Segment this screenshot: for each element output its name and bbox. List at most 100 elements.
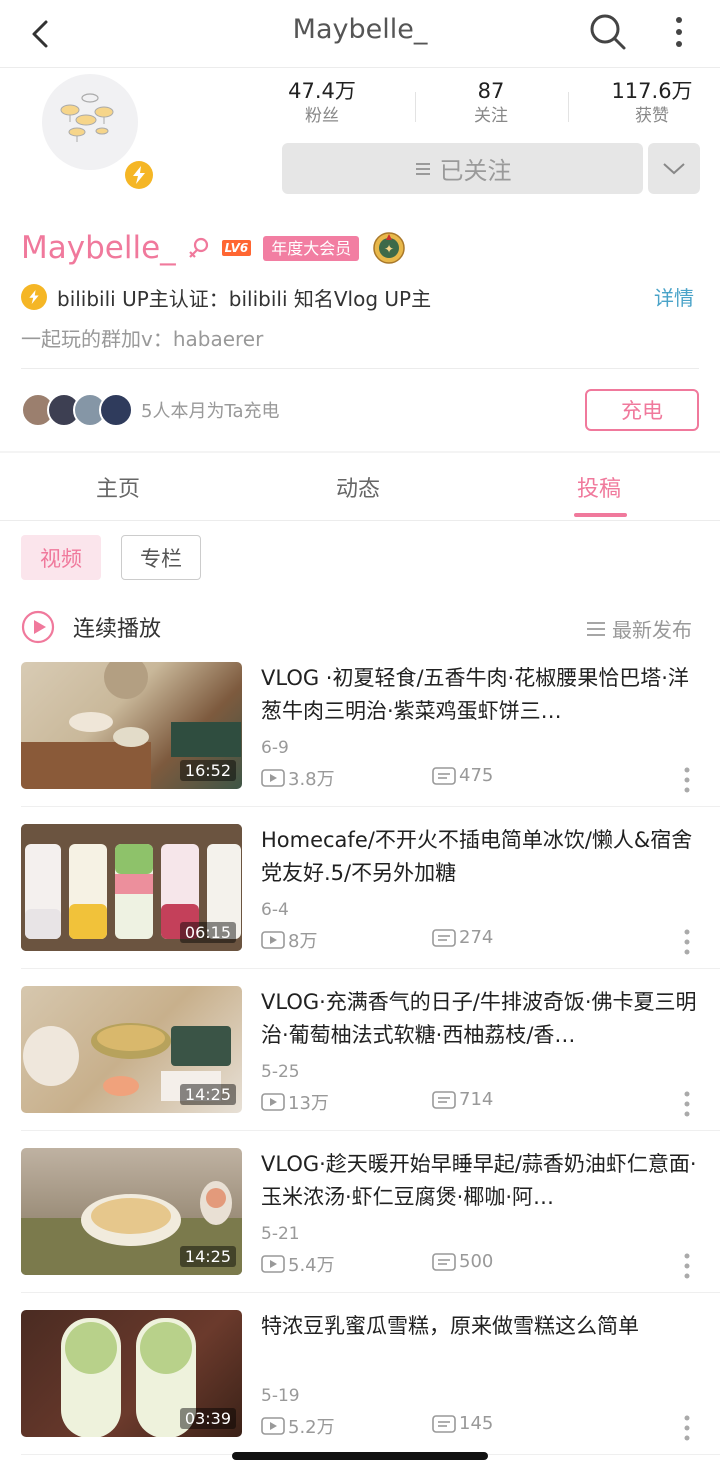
- play-count-icon: [261, 1417, 285, 1435]
- subtab-articles[interactable]: 专栏: [121, 535, 201, 580]
- video-date: 5-19: [261, 1386, 300, 1406]
- danmu-count: 475: [459, 765, 494, 786]
- video-date: 6-9: [261, 738, 289, 758]
- play-count-icon: [261, 1093, 285, 1111]
- play-circle-icon: [21, 610, 55, 644]
- stat-fans[interactable]: 47.4万 粉丝: [257, 78, 387, 128]
- video-more-icon[interactable]: [680, 766, 694, 794]
- verified-lightning-icon: [21, 284, 47, 310]
- search-icon[interactable]: [586, 10, 630, 54]
- video-title[interactable]: VLOG·充满香气的日子/牛排波奇饭·佛卡夏三明治·葡萄柚法式软糖·西柚荔枝/香…: [261, 986, 701, 1052]
- detail-link[interactable]: 详情: [654, 282, 694, 311]
- stat-divider: [415, 92, 416, 122]
- danmu-count: 500: [459, 1251, 494, 1272]
- video-views: 5.2万: [261, 1413, 335, 1439]
- divider: [21, 368, 699, 369]
- divider: [21, 968, 720, 969]
- stat-label: 获赞: [635, 106, 669, 126]
- danmu-count: 274: [459, 927, 494, 948]
- views-count: 3.8万: [288, 769, 335, 790]
- divider: [21, 1130, 720, 1131]
- danmu-count: 714: [459, 1089, 494, 1110]
- followed-label: 已关注: [439, 157, 512, 185]
- video-title[interactable]: VLOG·趁天暖开始早睡早起/蒜香奶油虾仁意面·玉米浓汤·虾仁豆腐煲·椰咖·阿…: [261, 1148, 701, 1214]
- views-count: 5.2万: [288, 1417, 335, 1438]
- views-count: 8万: [288, 931, 318, 952]
- danmu-icon: [432, 1090, 456, 1109]
- tab-uploads[interactable]: 投稿: [577, 471, 621, 503]
- video-date: 6-4: [261, 900, 289, 920]
- video-duration: 03:39: [179, 1408, 236, 1429]
- video-thumbnail[interactable]: 06:15: [21, 824, 242, 951]
- danmu-count: 145: [459, 1413, 494, 1434]
- video-title[interactable]: 特浓豆乳蜜瓜雪糕，原来做雪糕这么简单: [261, 1310, 701, 1343]
- hamburger-icon: [415, 162, 430, 175]
- stat-value: 47.4万: [288, 79, 356, 103]
- cloud-avatar-icon: [60, 93, 114, 142]
- verification-text: bilibili UP主认证：bilibili 知名Vlog UP主: [57, 286, 432, 311]
- video-more-icon[interactable]: [680, 1414, 694, 1442]
- top-bar: Maybelle_: [0, 0, 720, 68]
- stat-value: 117.6万: [611, 79, 693, 103]
- video-more-icon[interactable]: [680, 1252, 694, 1280]
- home-indicator[interactable]: [232, 1452, 488, 1460]
- charge-supporters-row[interactable]: 5人本月为Ta充电: [21, 392, 280, 428]
- video-views: 13万: [261, 1089, 329, 1115]
- video-title[interactable]: VLOG ·初夏轻食/五香牛肉·花椒腰果恰巴塔·洋葱牛肉三明治·紫菜鸡蛋虾饼三…: [261, 662, 701, 728]
- verified-badge: [122, 158, 156, 192]
- divider: [21, 806, 720, 807]
- video-more-icon[interactable]: [680, 928, 694, 956]
- medal-icon[interactable]: ✦: [371, 230, 407, 266]
- sort-dropdown[interactable]: 最新发布: [586, 614, 692, 643]
- video-duration: 06:15: [179, 922, 236, 943]
- tab-home[interactable]: 主页: [96, 471, 140, 503]
- views-count: 5.4万: [288, 1255, 335, 1276]
- tab-active-indicator: [574, 513, 627, 517]
- follow-dropdown-button[interactable]: [648, 143, 700, 194]
- video-thumbnail[interactable]: 14:25: [21, 1148, 242, 1275]
- verification-row: bilibili UP主认证：bilibili 知名Vlog UP主: [21, 282, 431, 312]
- list-icon: [587, 621, 605, 636]
- danmu-icon: [432, 928, 456, 947]
- danmu-icon: [432, 766, 456, 785]
- video-views: 5.4万: [261, 1251, 335, 1277]
- video-item[interactable]: 03:39 特浓豆乳蜜瓜雪糕，原来做雪糕这么简单 5-19 5.2万 145: [0, 1310, 720, 1472]
- video-duration: 14:25: [179, 1084, 236, 1105]
- lightning-icon: [133, 166, 145, 184]
- female-icon: [188, 237, 208, 258]
- video-title[interactable]: Homecafe/不开火不插电简单冰饮/懒人&宿舍党友好.5/不另外加糖: [261, 824, 701, 890]
- danmu-icon: [432, 1252, 456, 1271]
- stat-value: 87: [477, 79, 505, 103]
- video-thumbnail[interactable]: 14:25: [21, 986, 242, 1113]
- subtab-videos[interactable]: 视频: [21, 535, 101, 580]
- tab-dynamic[interactable]: 动态: [336, 471, 380, 503]
- video-duration: 14:25: [179, 1246, 236, 1267]
- video-danmu: 714: [432, 1089, 493, 1110]
- charge-button[interactable]: 充电: [585, 389, 699, 431]
- video-date: 5-25: [261, 1062, 300, 1082]
- video-duration: 16:52: [179, 760, 236, 781]
- video-thumbnail[interactable]: 03:39: [21, 1310, 242, 1437]
- video-item[interactable]: 14:25 VLOG·充满香气的日子/牛排波奇饭·佛卡夏三明治·葡萄柚法式软糖·…: [0, 986, 720, 1148]
- stat-label: 关注: [474, 106, 508, 126]
- video-item[interactable]: 14:25 VLOG·趁天暖开始早睡早起/蒜香奶油虾仁意面·玉米浓汤·虾仁豆腐煲…: [0, 1148, 720, 1310]
- followed-button[interactable]: 已关注: [282, 143, 643, 194]
- video-item[interactable]: 06:15 Homecafe/不开火不插电简单冰饮/懒人&宿舍党友好.5/不另外…: [0, 824, 720, 986]
- video-item[interactable]: 16:52 VLOG ·初夏轻食/五香牛肉·花椒腰果恰巴塔·洋葱牛肉三明治·紫菜…: [0, 662, 720, 824]
- divider: [21, 1292, 720, 1293]
- supporters-text: 5人本月为Ta充电: [141, 401, 280, 422]
- user-name: Maybelle_: [21, 230, 176, 266]
- stat-likes[interactable]: 117.6万 获赞: [587, 78, 717, 128]
- video-more-icon[interactable]: [680, 1090, 694, 1118]
- more-menu-icon[interactable]: [664, 12, 694, 52]
- continuous-play-button[interactable]: 连续播放: [21, 608, 161, 646]
- play-count-icon: [261, 1255, 285, 1273]
- sort-label: 最新发布: [612, 618, 692, 642]
- vip-badge[interactable]: 年度大会员: [263, 235, 360, 261]
- avatar[interactable]: [42, 74, 138, 170]
- video-thumbnail[interactable]: 16:52: [21, 662, 242, 789]
- stat-following[interactable]: 87 关注: [426, 78, 556, 128]
- danmu-icon: [432, 1414, 456, 1433]
- stat-label: 粉丝: [305, 106, 339, 126]
- video-date: 5-21: [261, 1224, 300, 1244]
